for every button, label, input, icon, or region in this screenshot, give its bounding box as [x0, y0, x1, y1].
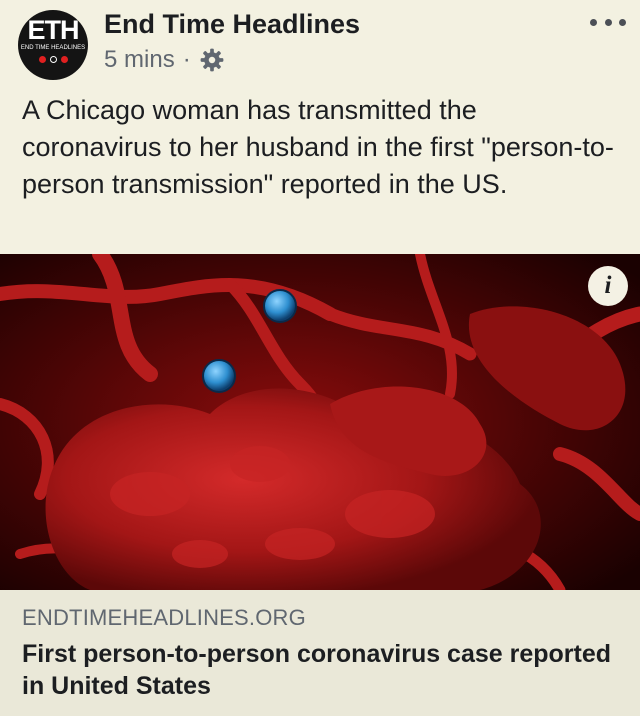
page-avatar[interactable]: ETH END TIME HEADLINES [18, 10, 88, 80]
post-text: A Chicago woman has transmitted the coro… [22, 95, 614, 199]
link-domain: ENDTIMEHEADLINES.ORG [22, 605, 306, 630]
link-title[interactable]: First person-to-person coronavirus case … [22, 638, 618, 702]
gear-icon[interactable] [199, 47, 225, 73]
more-dots-icon[interactable] [590, 10, 626, 34]
info-icon[interactable]: i [588, 266, 628, 306]
avatar-logo-dots [38, 56, 68, 63]
post-header: ETH END TIME HEADLINES End Time Headline… [0, 0, 640, 86]
link-preview-image[interactable]: i [0, 254, 640, 590]
page-name[interactable]: End Time Headlines [104, 9, 360, 39]
avatar-logo-subtitle: END TIME HEADLINES [20, 45, 86, 51]
meta-separator: · [182, 46, 191, 73]
link-preview-caption[interactable]: ENDTIMEHEADLINES.ORG First person-to-per… [0, 590, 640, 716]
post-timestamp[interactable]: 5 mins [104, 46, 175, 74]
avatar-logo-letters: ETH [27, 15, 80, 45]
post-meta: 5 mins · [104, 45, 225, 75]
virus-micrograph [0, 254, 640, 590]
